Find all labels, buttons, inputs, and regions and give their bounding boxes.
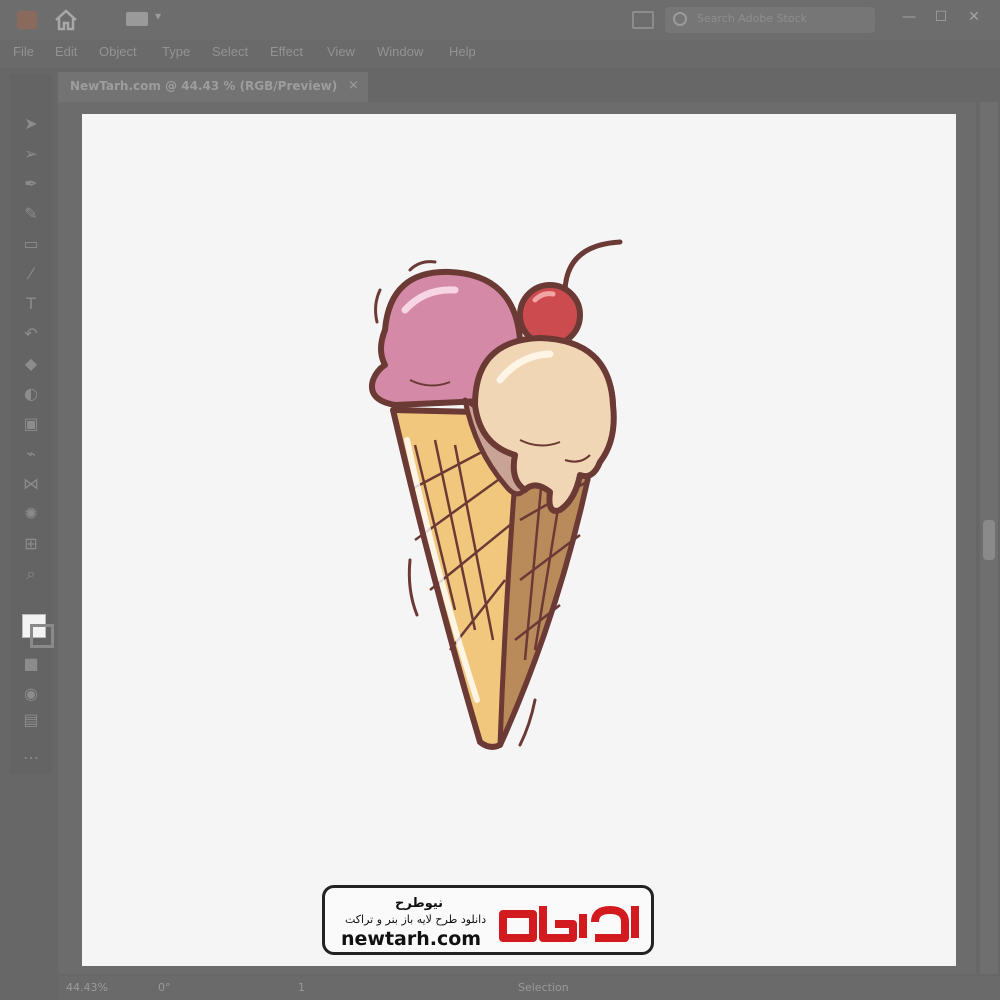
menu-view[interactable]: View [327,44,355,59]
scrollbar-thumb[interactable] [983,520,995,560]
menu-file[interactable]: File [13,44,34,59]
blend-tool-icon[interactable]: ⋈ [20,474,42,494]
search-icon [673,12,687,26]
close-tab-icon[interactable]: × [348,78,359,93]
more-tools-icon[interactable]: … [20,744,42,764]
illustrator-window: ▾ Search Adobe Stock — ☐ ✕ File Edit Obj… [0,0,1000,1000]
gradient-tool-icon[interactable]: ▣ [20,414,42,434]
rectangle-tool-icon[interactable]: ▭ [20,234,42,254]
title-bar: ▾ Search Adobe Stock — ☐ ✕ [0,0,1000,40]
zoom-tool-icon[interactable]: ⌕ [20,564,42,584]
type-tool-icon[interactable]: T [20,294,42,314]
artboard-tool-icon[interactable]: ⊞ [20,534,42,554]
zoom-level[interactable]: 44.43% [66,981,108,994]
close-button[interactable]: ✕ [963,6,985,28]
document-tab[interactable]: NewTarh.com @ 44.43 % (RGB/Preview) × [58,72,368,102]
document-tab-label: NewTarh.com @ 44.43 % (RGB/Preview) [70,79,338,93]
menu-help[interactable]: Help [449,44,476,59]
search-placeholder: Search Adobe Stock [697,12,808,25]
watermark-title: نیوطرح [395,896,444,911]
curvature-tool-icon[interactable]: ✎ [20,204,42,224]
artboard-number[interactable]: 1 [298,981,305,994]
direct-selection-tool-icon[interactable]: ➢ [20,144,42,164]
status-bar: 44.43% 0° 1 Selection [58,976,1000,1000]
minimize-button[interactable]: — [898,6,920,28]
maximize-button[interactable]: ☐ [930,6,952,28]
search-input[interactable]: Search Adobe Stock [665,7,875,33]
chevron-down-icon[interactable]: ▾ [155,9,161,23]
eraser-tool-icon[interactable]: ◆ [20,354,42,374]
eyedropper-tool-icon[interactable]: ⌁ [20,444,42,464]
draw-mode-icon[interactable]: ◉ [20,684,42,704]
arrange-documents-icon[interactable] [632,11,654,29]
shape-builder-tool-icon[interactable]: ◐ [20,384,42,404]
home-icon[interactable] [54,9,78,31]
selection-tool-icon[interactable]: ➤ [20,114,42,134]
workspace-switcher-icon[interactable] [126,12,148,26]
menu-edit[interactable]: Edit [55,44,77,59]
app-logo-icon [17,11,37,29]
color-mode-icon[interactable]: ■ [20,654,42,674]
ice-cream-cone-illustration[interactable] [355,230,635,770]
pen-tool-icon[interactable]: ✒ [20,174,42,194]
rotation-value[interactable]: 0° [158,981,171,994]
tools-panel: ➤ ➢ ✒ ✎ ▭ ⁄ T ↶ ◆ ◐ ▣ ⌁ ⋈ ✺ ⊞ ⌕ ■ ◉ ▤ … [10,74,54,774]
brush-tool-icon[interactable]: ⁄ [20,264,42,284]
menu-type[interactable]: Type [162,44,190,59]
menu-effect[interactable]: Effect [270,44,303,59]
watermark-subtitle: دانلود طرح لایه باز بنر و تراکت [345,913,487,926]
menu-window[interactable]: Window [377,44,423,59]
stroke-swatch[interactable] [30,624,54,648]
symbol-sprayer-tool-icon[interactable]: ✺ [20,504,42,524]
rotate-tool-icon[interactable]: ↶ [20,324,42,344]
menu-select[interactable]: Select [212,44,248,59]
watermark-url: newtarh.com [341,928,482,950]
menu-bar: File Edit Object Type Select Effect View… [0,40,1000,68]
menu-object[interactable]: Object [99,44,137,59]
newtarh-logo-icon [499,906,639,942]
watermark-badge: نیوطرح دانلود طرح لایه باز بنر و تراکت n… [322,885,654,955]
screen-mode-icon[interactable]: ▤ [20,710,42,730]
current-tool-label: Selection [518,981,569,994]
